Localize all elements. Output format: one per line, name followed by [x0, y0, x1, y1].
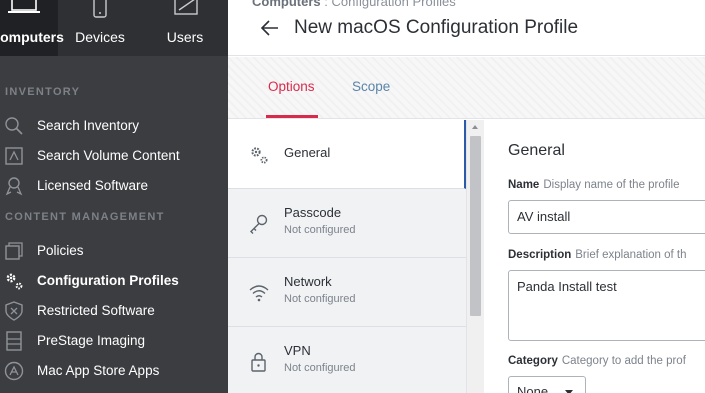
- breadcrumb-root[interactable]: Computers: [252, 0, 321, 9]
- license-ribbon-icon: [4, 176, 24, 196]
- payload-general[interactable]: General: [228, 120, 466, 189]
- tab-computers-label: Computers: [0, 29, 64, 45]
- wifi-icon: [248, 282, 270, 304]
- app-store-icon: [4, 361, 24, 381]
- payload-network[interactable]: Network Not configured: [228, 258, 466, 327]
- sidebar-item-configuration-profiles[interactable]: Configuration Profiles: [0, 267, 228, 295]
- inventory-heading: INVENTORY: [5, 86, 81, 98]
- description-label: Description: [508, 249, 572, 261]
- payload-status: Not configured: [284, 362, 356, 374]
- name-label: Name: [508, 179, 540, 191]
- key-icon: [248, 213, 270, 235]
- payload-name: Passcode: [284, 205, 342, 220]
- scroll-up-arrow-icon[interactable]: [472, 125, 478, 129]
- sidebar-item-label: PreStage Imaging: [37, 333, 146, 348]
- category-hint: Category to add the prof: [561, 355, 686, 367]
- payload-status: Not configured: [284, 224, 356, 236]
- breadcrumb-separator: :: [324, 0, 328, 9]
- sidebar-item-label: Licensed Software: [37, 178, 149, 193]
- shield-x-icon: [4, 301, 24, 321]
- description-hint: Brief explanation of th: [575, 249, 687, 261]
- payload-name: Network: [284, 274, 332, 289]
- sidebar-item-label: Mac App Store Apps: [37, 363, 160, 378]
- tab-devices-label: Devices: [75, 29, 125, 45]
- mobile-device-icon: [89, 0, 111, 21]
- name-field-label: Name Display name of the profile: [508, 179, 679, 191]
- page-title: New macOS Configuration Profile: [294, 17, 579, 38]
- top-navigation: Computers Devices Users: [0, 0, 228, 56]
- payload-scrollbar[interactable]: [466, 120, 484, 393]
- tab-computers[interactable]: Computers: [0, 0, 64, 56]
- category-field-label: Category Category to add the prof: [508, 355, 686, 367]
- back-arrow-icon[interactable]: [260, 19, 280, 42]
- breadcrumb: Computers : Configuration Profiles: [252, 0, 456, 9]
- name-input[interactable]: AV install: [508, 200, 705, 234]
- gears-icon: [248, 144, 270, 166]
- payload-vpn[interactable]: VPN Not configured: [228, 327, 466, 393]
- tab-devices[interactable]: Devices: [58, 0, 142, 56]
- tab-options[interactable]: Options: [268, 79, 315, 94]
- breadcrumb-leaf[interactable]: Configuration Profiles: [332, 0, 456, 9]
- name-hint: Display name of the profile: [543, 179, 680, 191]
- volume-content-icon: [4, 146, 24, 166]
- sidebar-item-policies[interactable]: Policies: [0, 237, 228, 265]
- sidebar-item-restricted-software[interactable]: Restricted Software: [0, 297, 228, 325]
- lock-icon: [248, 351, 270, 373]
- payload-status: Not configured: [284, 293, 356, 305]
- tab-users-label: Users: [166, 29, 204, 45]
- sidebar-item-licensed-software[interactable]: Licensed Software: [0, 172, 228, 200]
- general-payload-form: General Name Display name of the profile …: [485, 120, 705, 393]
- sidebar: Computers Devices Users INVENTORY Search…: [0, 0, 228, 393]
- description-textarea[interactable]: Panda Install test: [508, 270, 705, 341]
- gears-icon: [4, 271, 24, 291]
- sidebar-item-label: Policies: [37, 243, 84, 258]
- profile-tabs: Options Scope: [228, 57, 705, 119]
- sidebar-item-label: Configuration Profiles: [37, 273, 179, 288]
- laptop-icon: [7, 0, 41, 19]
- payload-name: VPN: [284, 343, 311, 358]
- sidebar-item-mac-app-store-apps[interactable]: Mac App Store Apps: [0, 357, 228, 385]
- sidebar-item-label: Restricted Software: [37, 303, 155, 318]
- active-tab-indicator: [266, 115, 318, 118]
- category-select-value: None: [517, 384, 549, 393]
- content-management-heading: CONTENT MANAGEMENT: [5, 211, 165, 223]
- sidebar-item-label: Search Inventory: [37, 118, 140, 133]
- search-icon: [4, 116, 24, 136]
- category-select[interactable]: None: [508, 376, 586, 393]
- payload-list: General Passcode Not configured Network …: [228, 120, 466, 393]
- policies-icon: [4, 241, 24, 261]
- page-header: Computers : Configuration Profiles New m…: [228, 0, 705, 56]
- form-section-title: General: [508, 142, 565, 159]
- sidebar-item-search-inventory[interactable]: Search Inventory: [0, 112, 228, 140]
- scrollbar-thumb[interactable]: [470, 136, 481, 316]
- tab-users[interactable]: Users: [142, 0, 228, 56]
- payload-name: General: [284, 145, 331, 160]
- sidebar-item-prestage-imaging[interactable]: PreStage Imaging: [0, 327, 228, 355]
- sidebar-item-label: Search Volume Content: [37, 148, 180, 163]
- imaging-icon: [4, 331, 24, 351]
- description-field-label: Description Brief explanation of th: [508, 249, 687, 261]
- payload-passcode[interactable]: Passcode Not configured: [228, 189, 466, 258]
- tab-scope[interactable]: Scope: [352, 79, 390, 94]
- users-icon: [170, 0, 200, 21]
- sidebar-item-search-volume-content[interactable]: Search Volume Content: [0, 142, 228, 170]
- category-label: Category: [508, 355, 558, 367]
